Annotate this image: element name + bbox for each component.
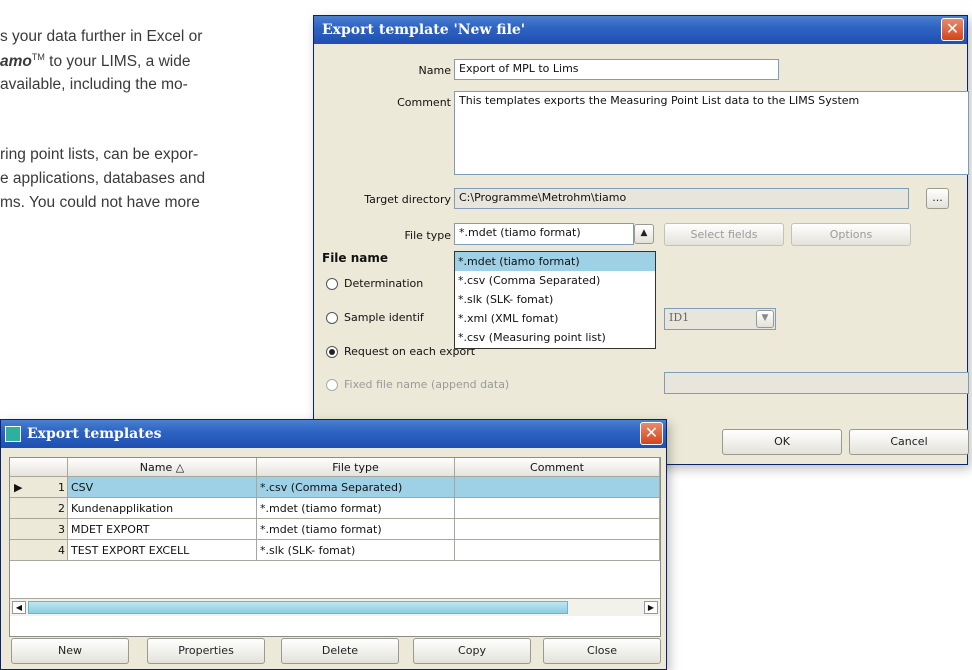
determination-label: Determination: [344, 277, 424, 290]
column-header-comment[interactable]: Comment: [455, 458, 660, 477]
doc-brand: amo: [0, 53, 32, 71]
close-button[interactable]: Close: [543, 638, 661, 664]
chevron-down-icon[interactable]: ▼: [756, 310, 774, 328]
request-on-export-radio[interactable]: [326, 346, 338, 358]
doc-line-2-rest: to your LIMS, a wide: [44, 53, 191, 71]
delete-button[interactable]: Delete: [281, 638, 399, 664]
dialog-titlebar[interactable]: Export template 'New file' ✕: [314, 16, 967, 44]
templates-titlebar[interactable]: Export templates ✕: [1, 420, 666, 448]
scroll-left-icon[interactable]: ◀: [12, 601, 26, 614]
doc-line-6: ms. You could not have more: [0, 194, 200, 211]
dialog-title: Export template 'New file': [322, 22, 526, 38]
table-row-number[interactable]: 3: [10, 519, 68, 540]
table-cell[interactable]: *.csv (Comma Separated): [257, 477, 455, 498]
file-type-dropdown[interactable]: *.mdet (tiamo format) *.csv (Comma Separ…: [454, 251, 656, 349]
dropdown-option[interactable]: *.csv (Measuring point list): [455, 328, 655, 347]
chevron-up-icon[interactable]: ▲: [634, 224, 654, 244]
file-type-select[interactable]: *.mdet (tiamo format): [454, 223, 634, 245]
app-icon: [5, 426, 21, 442]
fixed-file-name-field[interactable]: [664, 372, 969, 394]
scroll-thumb[interactable]: [28, 601, 568, 614]
sample-identification-radio[interactable]: [326, 312, 338, 324]
export-template-dialog: Export template 'New file' ✕ Name Export…: [313, 15, 969, 465]
table-cell[interactable]: *.mdet (tiamo format): [257, 519, 455, 540]
table-row-number[interactable]: ▶ 1: [10, 477, 68, 498]
name-label: Name: [418, 64, 451, 77]
table-cell[interactable]: *.slk (SLK- fomat): [257, 540, 455, 561]
doc-line-1: s your data further in Excel or: [0, 28, 203, 45]
table-row-number[interactable]: 4: [10, 540, 68, 561]
dropdown-option[interactable]: *.csv (Comma Separated): [455, 271, 655, 290]
table-cell[interactable]: [455, 477, 660, 498]
browse-button[interactable]: ...: [926, 188, 949, 209]
dropdown-option[interactable]: *.mdet (tiamo format): [455, 252, 655, 271]
name-field[interactable]: Export of MPL to Lims: [454, 59, 779, 80]
export-templates-window: Export templates ✕ Name △ File type Comm…: [0, 419, 667, 670]
doc-tm: TM: [31, 52, 45, 62]
file-name-heading: File name: [322, 251, 389, 265]
column-header-file-type[interactable]: File type: [257, 458, 455, 477]
fixed-file-name-radio[interactable]: [326, 379, 338, 391]
table-cell[interactable]: MDET EXPORT: [68, 519, 257, 540]
sort-up-icon: △: [175, 461, 185, 474]
templates-table: Name △ File type Comment ▶ 1 CSV *.csv (C…: [9, 457, 661, 637]
templates-title: Export templates: [27, 426, 162, 442]
close-icon[interactable]: ✕: [941, 18, 964, 41]
properties-button[interactable]: Properties: [147, 638, 265, 664]
fixed-file-name-label: Fixed file name (append data): [344, 378, 510, 391]
target-directory-field[interactable]: C:\Programme\Metrohm\tiamo: [454, 188, 909, 209]
file-type-label: File type: [404, 229, 451, 242]
row-header-corner: [10, 458, 68, 477]
determination-radio[interactable]: [326, 278, 338, 290]
doc-line-4: ring point lists, can be expor-: [0, 146, 199, 163]
row-num-1: 1: [58, 481, 65, 494]
doc-line-5: e applications, databases and: [0, 170, 206, 187]
table-cell[interactable]: [455, 519, 660, 540]
options-button[interactable]: Options: [791, 223, 911, 246]
sample-identification-label: Sample identif: [344, 311, 424, 324]
table-cell[interactable]: [455, 498, 660, 519]
dropdown-option[interactable]: *.slk (SLK- fomat): [455, 290, 655, 309]
dropdown-option[interactable]: *.xml (XML fomat): [455, 309, 655, 328]
doc-line-2: amoTM to your LIMS, a wide: [0, 53, 190, 70]
ok-button[interactable]: OK: [722, 429, 842, 455]
copy-button[interactable]: Copy: [413, 638, 531, 664]
table-cell[interactable]: TEST EXPORT EXCELL: [68, 540, 257, 561]
close-icon[interactable]: ✕: [640, 422, 663, 445]
table-cell[interactable]: Kundenapplikation: [68, 498, 257, 519]
table-cell[interactable]: *.mdet (tiamo format): [257, 498, 455, 519]
cancel-button[interactable]: Cancel: [849, 429, 969, 455]
comment-label: Comment: [397, 96, 451, 109]
scroll-right-icon[interactable]: ▶: [644, 601, 658, 614]
horizontal-scrollbar[interactable]: ◀ ▶: [10, 598, 660, 616]
column-header-name[interactable]: Name △: [68, 458, 257, 477]
row-pointer-icon: ▶: [14, 481, 23, 494]
comment-field[interactable]: This templates exports the Measuring Poi…: [454, 91, 969, 175]
select-fields-button[interactable]: Select fields: [664, 223, 784, 246]
column-name-label: Name: [139, 461, 173, 474]
file-type-value: *.mdet (tiamo format): [459, 226, 581, 239]
doc-line-3: available, including the mo-: [0, 76, 188, 93]
table-cell[interactable]: [455, 540, 660, 561]
table-row-number[interactable]: 2: [10, 498, 68, 519]
new-button[interactable]: New: [11, 638, 129, 664]
table-cell[interactable]: CSV: [68, 477, 257, 498]
target-directory-label: Target directory: [364, 193, 451, 206]
